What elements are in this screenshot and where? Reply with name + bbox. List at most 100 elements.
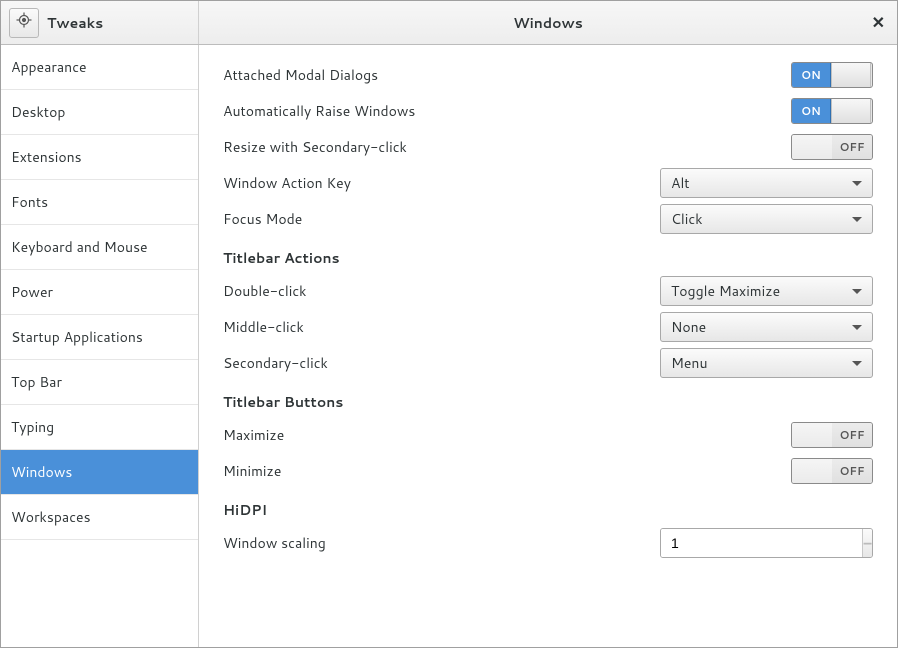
setting-label: Focus Mode	[223, 209, 660, 229]
window-action-key-dropdown[interactable]: Alt	[660, 168, 873, 198]
setting-label: Resize with Secondary-click	[223, 137, 660, 157]
setting-label: Secondary-click	[223, 353, 660, 373]
sidebar-item-label: Desktop	[11, 102, 65, 122]
setting-control: None	[660, 312, 873, 342]
middle-click-dropdown[interactable]: None	[660, 312, 873, 342]
sidebar-item-label: Startup Applications	[11, 327, 143, 347]
setting-control: Click	[660, 204, 873, 234]
setting-label: Window Action Key	[223, 173, 660, 193]
setting-control: ON	[660, 62, 873, 88]
toggle-knob	[831, 63, 871, 87]
toggle-on-label: ON	[791, 98, 831, 124]
app-window: Tweaks Windows ✕ Appearance Desktop Extens…	[0, 0, 898, 648]
toggle-on-label: ON	[791, 62, 831, 88]
chevron-down-icon	[852, 325, 862, 330]
setting-control: OFF	[660, 458, 873, 484]
app-menu-button[interactable]	[9, 8, 39, 38]
toggle-off-label: OFF	[832, 459, 872, 483]
content-panel: Attached Modal Dialogs ON Automatically Ra…	[199, 45, 897, 647]
sidebar-item-label: Fonts	[11, 192, 48, 212]
setting-row-window-action-key: Window Action Key Alt	[223, 165, 873, 201]
titlebar-left: Tweaks	[1, 1, 199, 44]
window-scaling-spinner: −+	[660, 528, 873, 558]
sidebar-item-desktop[interactable]: Desktop	[1, 90, 198, 135]
setting-row-attached-modal-dialogs: Attached Modal Dialogs ON	[223, 57, 873, 93]
toggle-knob	[792, 459, 832, 483]
resize-with-secondary-click-toggle[interactable]: OFF	[791, 134, 873, 160]
sidebar-item-power[interactable]: Power	[1, 270, 198, 315]
minimize-toggle[interactable]: OFF	[791, 458, 873, 484]
tweaks-icon	[16, 12, 32, 33]
automatically-raise-windows-toggle[interactable]: ON	[791, 98, 873, 124]
setting-label: Minimize	[223, 461, 660, 481]
app-title: Tweaks	[47, 13, 103, 33]
sidebar-item-typing[interactable]: Typing	[1, 405, 198, 450]
sidebar-item-label: Typing	[11, 417, 54, 437]
increment-button[interactable]: +	[872, 529, 873, 557]
decrement-button[interactable]: −	[862, 529, 872, 557]
sidebar-item-appearance[interactable]: Appearance	[1, 45, 198, 90]
toggle-knob	[792, 135, 832, 159]
sidebar-item-label: Appearance	[11, 57, 87, 77]
toggle-knob	[831, 99, 871, 123]
setting-label: Automatically Raise Windows	[223, 101, 660, 121]
chevron-down-icon	[852, 289, 862, 294]
setting-row-minimize: Minimize OFF	[223, 453, 873, 489]
close-icon: ✕	[872, 11, 885, 34]
setting-row-resize-with-secondary-click: Resize with Secondary-click OFF	[223, 129, 873, 165]
setting-row-maximize: Maximize OFF	[223, 417, 873, 453]
dropdown-value: Alt	[671, 173, 852, 193]
sidebar: Appearance Desktop Extensions Fonts Keyboard…	[1, 45, 199, 647]
setting-label: Double-click	[223, 281, 660, 301]
window-scaling-input[interactable]	[661, 529, 862, 557]
attached-modal-dialogs-toggle[interactable]: ON	[791, 62, 873, 88]
maximize-toggle[interactable]: OFF	[791, 422, 873, 448]
setting-label: Middle-click	[223, 317, 660, 337]
toggle-knob	[792, 423, 832, 447]
setting-row-window-scaling: Window scaling−+	[223, 525, 873, 561]
setting-label: Maximize	[223, 425, 660, 445]
setting-control: Toggle Maximize	[660, 276, 873, 306]
setting-row-double-click: Double-click Toggle Maximize	[223, 273, 873, 309]
dropdown-value: Menu	[671, 353, 852, 373]
setting-control: OFF	[660, 134, 873, 160]
dropdown-value: Click	[671, 209, 852, 229]
sidebar-item-workspaces[interactable]: Workspaces	[1, 495, 198, 540]
close-button[interactable]: ✕	[872, 1, 885, 44]
sidebar-item-label: Power	[11, 282, 53, 302]
sidebar-item-startup-applications[interactable]: Startup Applications	[1, 315, 198, 360]
sidebar-item-label: Workspaces	[11, 507, 91, 527]
setting-label: Window scaling	[223, 533, 660, 553]
dropdown-value: None	[671, 317, 852, 337]
dropdown-value: Toggle Maximize	[671, 281, 852, 301]
chevron-down-icon	[852, 181, 862, 186]
setting-control: Alt	[660, 168, 873, 198]
setting-control: OFF	[660, 422, 873, 448]
section-heading-hidpi: HiDPI	[223, 489, 873, 525]
toggle-off-label: OFF	[832, 135, 872, 159]
chevron-down-icon	[852, 217, 862, 222]
setting-label: Attached Modal Dialogs	[223, 65, 660, 85]
setting-row-middle-click: Middle-click None	[223, 309, 873, 345]
setting-row-secondary-click: Secondary-click Menu	[223, 345, 873, 381]
sidebar-item-label: Top Bar	[11, 372, 62, 392]
sidebar-item-fonts[interactable]: Fonts	[1, 180, 198, 225]
setting-row-focus-mode: Focus Mode Click	[223, 201, 873, 237]
sidebar-item-keyboard-and-mouse[interactable]: Keyboard and Mouse	[1, 225, 198, 270]
sidebar-item-label: Windows	[11, 462, 72, 482]
toggle-off-label: OFF	[832, 423, 872, 447]
setting-control: −+	[660, 528, 873, 558]
sidebar-item-top-bar[interactable]: Top Bar	[1, 360, 198, 405]
sidebar-item-label: Keyboard and Mouse	[11, 237, 148, 257]
secondary-click-dropdown[interactable]: Menu	[660, 348, 873, 378]
sidebar-item-extensions[interactable]: Extensions	[1, 135, 198, 180]
section-heading-titlebar-buttons: Titlebar Buttons	[223, 381, 873, 417]
section-heading-titlebar-actions: Titlebar Actions	[223, 237, 873, 273]
setting-control: Menu	[660, 348, 873, 378]
body: Appearance Desktop Extensions Fonts Keyboard…	[1, 45, 897, 647]
sidebar-item-label: Extensions	[11, 147, 82, 167]
page-title: Windows	[199, 1, 897, 44]
focus-mode-dropdown[interactable]: Click	[660, 204, 873, 234]
double-click-dropdown[interactable]: Toggle Maximize	[660, 276, 873, 306]
sidebar-item-windows[interactable]: Windows	[1, 450, 198, 495]
